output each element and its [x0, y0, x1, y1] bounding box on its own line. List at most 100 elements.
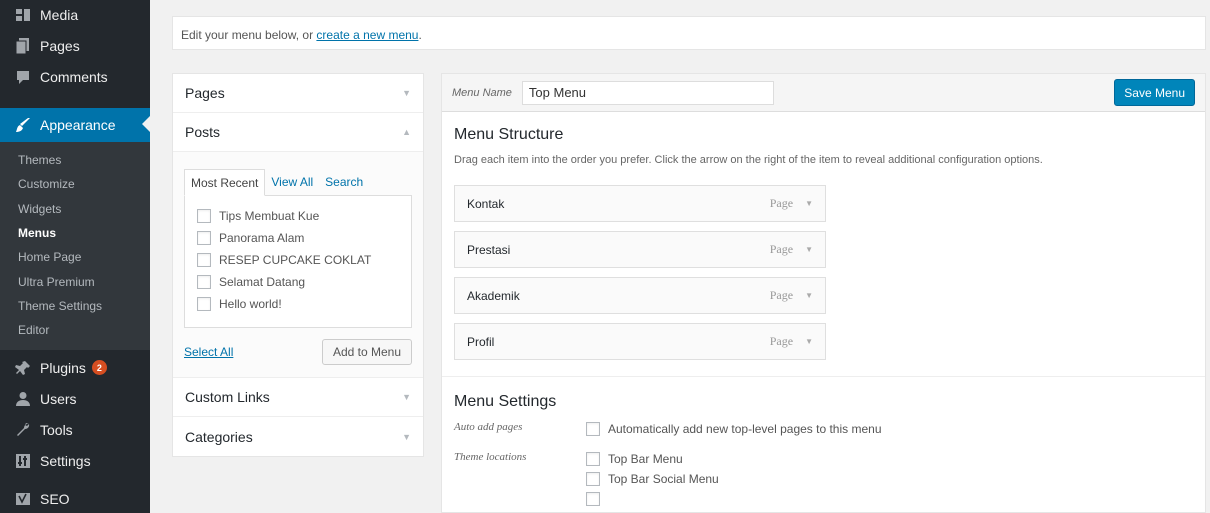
chevron-down-icon: ▼: [402, 88, 411, 98]
post-label: Panorama Alam: [219, 231, 305, 245]
notice-text: Edit your menu below, or: [181, 28, 317, 42]
menu-item-title: Akademik: [467, 288, 520, 303]
menu-settings: Menu Settings Auto add pages Automatical…: [454, 393, 1193, 509]
submenu-item-editor[interactable]: Editor: [0, 318, 150, 342]
location-checkbox[interactable]: [586, 492, 600, 506]
accordion-pages-title: Pages: [185, 85, 225, 101]
menu-item-type-label: Page: [769, 288, 794, 302]
sidebar-item-comments[interactable]: Comments: [0, 61, 150, 92]
post-option[interactable]: RESEP CUPCAKE COKLAT: [197, 249, 399, 271]
menu-name-label: Menu Name: [452, 86, 512, 99]
chevron-down-icon[interactable]: ▼: [805, 337, 813, 346]
tab-view-all[interactable]: View All: [265, 169, 319, 196]
sidebar-item-plugins[interactable]: Plugins 2: [0, 352, 150, 383]
add-to-menu-button[interactable]: Add to Menu: [321, 339, 412, 365]
sidebar-item-settings[interactable]: Settings: [0, 445, 150, 476]
chevron-down-icon[interactable]: ▼: [805, 291, 813, 300]
menu-edit-panel: Menu Name Save Menu Menu Structure Drag …: [441, 73, 1206, 513]
seo-icon: [14, 490, 32, 508]
posts-panel: Most Recent View All Search Tips Membuat…: [173, 152, 423, 378]
menu-item-type-label: Page: [769, 196, 794, 210]
create-new-menu-link[interactable]: create a new menu: [316, 28, 418, 42]
auto-add-checkbox[interactable]: [586, 422, 600, 436]
post-checkbox[interactable]: [197, 297, 211, 311]
select-all-link[interactable]: Select All: [184, 345, 233, 359]
menu-item[interactable]: Profil Page ▼: [454, 323, 826, 360]
menu-item[interactable]: Kontak Page ▼: [454, 185, 826, 222]
auto-add-option-label: Automatically add new top-level pages to…: [608, 422, 882, 436]
menu-item[interactable]: Prestasi Page ▼: [454, 231, 826, 268]
submenu-item-menus[interactable]: Menus: [0, 221, 150, 245]
post-option[interactable]: Panorama Alam: [197, 227, 399, 249]
chevron-down-icon[interactable]: ▼: [805, 199, 813, 208]
submenu-item-ultra-premium[interactable]: Ultra Premium: [0, 269, 150, 293]
appearance-submenu: Themes Customize Widgets Menus Home Page…: [0, 142, 150, 351]
accordion-categories-header[interactable]: Categories ▼: [173, 417, 423, 456]
submenu-item-widgets[interactable]: Widgets: [0, 197, 150, 221]
menu-item-type-label: Page: [769, 334, 794, 348]
location-label: Top Bar Menu: [608, 452, 683, 466]
sidebar-item-users[interactable]: Users: [0, 383, 150, 414]
post-checkbox[interactable]: [197, 231, 211, 245]
sidebar-item-label: Media: [40, 7, 79, 23]
sidebar-item-label: SEO: [40, 490, 70, 507]
location-option[interactable]: Top Bar Social Menu: [586, 469, 719, 489]
submenu-item-themes[interactable]: Themes: [0, 148, 150, 172]
post-checkbox[interactable]: [197, 275, 211, 289]
plugins-update-badge: 2: [91, 360, 107, 376]
theme-locations-row: Theme locations Top Bar Menu Top Bar Soc…: [454, 449, 1193, 509]
tools-icon: [14, 421, 32, 439]
tab-search[interactable]: Search: [319, 169, 369, 196]
media-icon: [14, 6, 32, 24]
submenu-item-home-page[interactable]: Home Page: [0, 245, 150, 269]
accordion-pages-header[interactable]: Pages ▼: [173, 74, 423, 113]
menu-name-input[interactable]: [521, 80, 774, 105]
auto-add-pages-label: Auto add pages: [454, 421, 523, 433]
submenu-item-theme-settings[interactable]: Theme Settings: [0, 294, 150, 318]
sidebar-item-pages[interactable]: Pages: [0, 30, 150, 61]
auto-add-option[interactable]: Automatically add new top-level pages to…: [586, 419, 882, 439]
location-option[interactable]: Top Bar Menu: [586, 449, 719, 469]
comments-icon: [14, 68, 32, 86]
post-checkbox[interactable]: [197, 209, 211, 223]
chevron-up-icon: ▲: [402, 127, 411, 137]
auto-add-pages-row: Auto add pages Automatically add new top…: [454, 419, 1193, 439]
post-option[interactable]: Hello world!: [197, 293, 399, 315]
location-checkbox[interactable]: [586, 452, 600, 466]
post-label: Tips Membuat Kue: [219, 209, 320, 223]
sidebar-item-label: Pages: [40, 37, 80, 54]
sidebar-item-media[interactable]: Media: [0, 0, 150, 30]
save-menu-button[interactable]: Save Menu: [1114, 79, 1195, 106]
accordion-posts-header[interactable]: Posts ▲: [173, 113, 423, 152]
location-checkbox[interactable]: [586, 472, 600, 486]
accordion-custom-links-header[interactable]: Custom Links ▼: [173, 378, 423, 417]
post-option[interactable]: Tips Membuat Kue: [197, 205, 399, 227]
post-label: Hello world!: [219, 297, 282, 311]
section-divider: [442, 376, 1205, 377]
paintbrush-icon: [14, 116, 32, 134]
sidebar-item-tools[interactable]: Tools: [0, 414, 150, 445]
post-checkbox[interactable]: [197, 253, 211, 267]
submenu-item-customize[interactable]: Customize: [0, 172, 150, 196]
menu-item-type: Page ▼: [770, 334, 813, 349]
edit-menu-notice: Edit your menu below, or create a new me…: [172, 16, 1206, 50]
menu-item-type: Page ▼: [770, 196, 813, 211]
menu-item-title: Profil: [467, 334, 495, 349]
posts-actions: Select All Add to Menu: [184, 339, 412, 365]
chevron-down-icon[interactable]: ▼: [805, 245, 813, 254]
menu-item-type: Page ▼: [770, 288, 813, 303]
accordion-categories-title: Categories: [185, 428, 253, 445]
chevron-down-icon: ▼: [402, 431, 411, 442]
menu-item-type-label: Page: [769, 242, 794, 256]
notice-suffix: .: [418, 28, 422, 42]
sidebar-item-seo[interactable]: SEO: [0, 483, 150, 513]
sidebar-item-appearance[interactable]: Appearance: [0, 108, 150, 142]
location-option[interactable]: [586, 489, 719, 509]
settings-icon: [14, 452, 32, 470]
menu-item[interactable]: Akademik Page ▼: [454, 277, 826, 314]
pages-icon: [14, 37, 32, 55]
menu-structure-title: Menu Structure: [454, 126, 564, 143]
tab-most-recent[interactable]: Most Recent: [184, 169, 266, 196]
add-menu-items-accordion: Pages ▼ Posts ▲ Most Recent View All Sea…: [172, 73, 424, 457]
post-option[interactable]: Selamat Datang: [197, 271, 399, 293]
